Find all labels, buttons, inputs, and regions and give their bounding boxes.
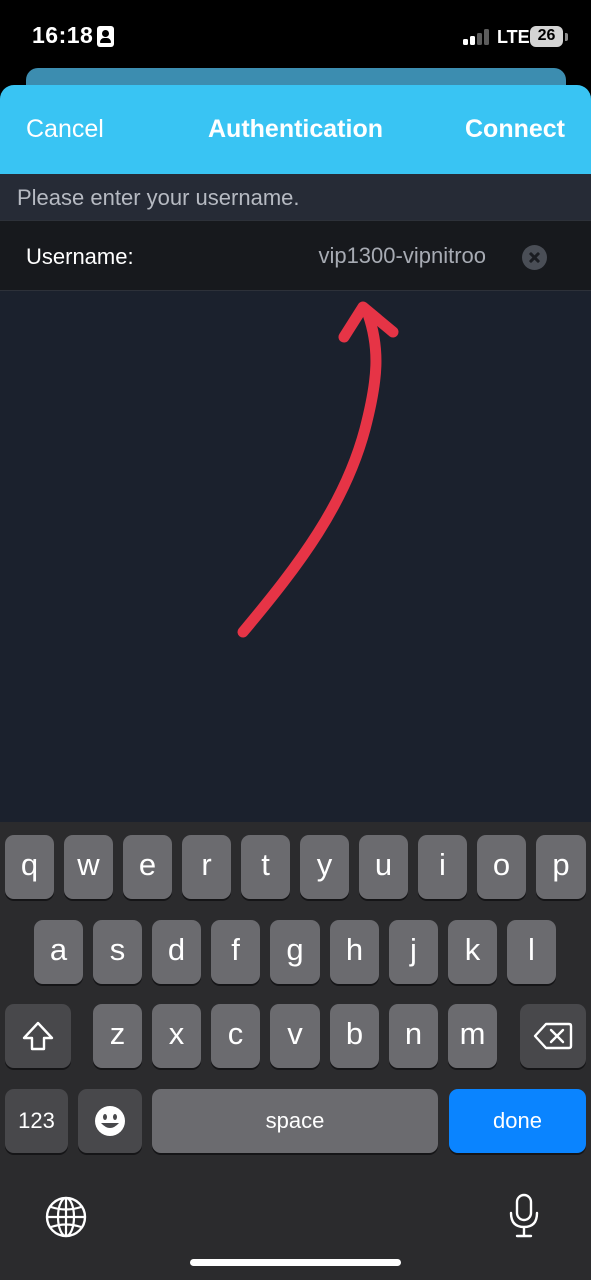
microphone-icon[interactable] (506, 1192, 542, 1240)
space-key[interactable]: space (152, 1089, 438, 1153)
shift-key[interactable] (5, 1004, 71, 1068)
globe-icon[interactable] (44, 1195, 88, 1239)
key-x[interactable]: x (152, 1004, 201, 1068)
status-time: 16:18 (32, 22, 94, 48)
keyboard: q w e r t y u i o p a s d f g h j k l z … (0, 822, 591, 1280)
backspace-icon (533, 1022, 573, 1050)
key-j[interactable]: j (389, 920, 438, 984)
battery-icon: 26 (530, 26, 563, 47)
key-p[interactable]: p (536, 835, 586, 899)
key-k[interactable]: k (448, 920, 497, 984)
key-y[interactable]: y (300, 835, 349, 899)
key-h[interactable]: h (330, 920, 379, 984)
key-u[interactable]: u (359, 835, 408, 899)
key-t[interactable]: t (241, 835, 290, 899)
emoji-icon (95, 1106, 125, 1136)
nav-bar: Authentication Cancel Connect (0, 85, 591, 174)
key-a[interactable]: a (34, 920, 83, 984)
key-n[interactable]: n (389, 1004, 438, 1068)
key-g[interactable]: g (270, 920, 320, 984)
done-key[interactable]: done (449, 1089, 586, 1153)
home-indicator[interactable] (190, 1259, 401, 1266)
key-z[interactable]: z (93, 1004, 142, 1068)
red-arrow-annotation (237, 301, 399, 638)
network-type: LTE (497, 27, 530, 47)
key-m[interactable]: m (448, 1004, 497, 1068)
connect-button[interactable]: Connect (465, 115, 565, 144)
key-c[interactable]: c (211, 1004, 260, 1068)
key-r[interactable]: r (182, 835, 231, 899)
backspace-key[interactable] (520, 1004, 586, 1068)
cellular-signal-icon (463, 29, 493, 45)
shift-icon (22, 1021, 54, 1051)
key-w[interactable]: w (64, 835, 113, 899)
key-q[interactable]: q (5, 835, 54, 899)
id-card-icon (97, 26, 114, 47)
key-o[interactable]: o (477, 835, 526, 899)
key-e[interactable]: e (123, 835, 172, 899)
key-b[interactable]: b (330, 1004, 379, 1068)
key-v[interactable]: v (270, 1004, 320, 1068)
emoji-key[interactable] (78, 1089, 142, 1153)
status-bar: 16:18 LTE 26 (0, 0, 591, 70)
key-l[interactable]: l (507, 920, 556, 984)
cancel-button[interactable]: Cancel (26, 115, 104, 144)
key-f[interactable]: f (211, 920, 260, 984)
battery-nub (565, 33, 568, 41)
numbers-key[interactable]: 123 (5, 1089, 68, 1153)
key-i[interactable]: i (418, 835, 467, 899)
key-s[interactable]: s (93, 920, 142, 984)
battery-level: 26 (537, 27, 556, 44)
key-d[interactable]: d (152, 920, 201, 984)
auth-content: Please enter your username. Username: (0, 174, 591, 822)
